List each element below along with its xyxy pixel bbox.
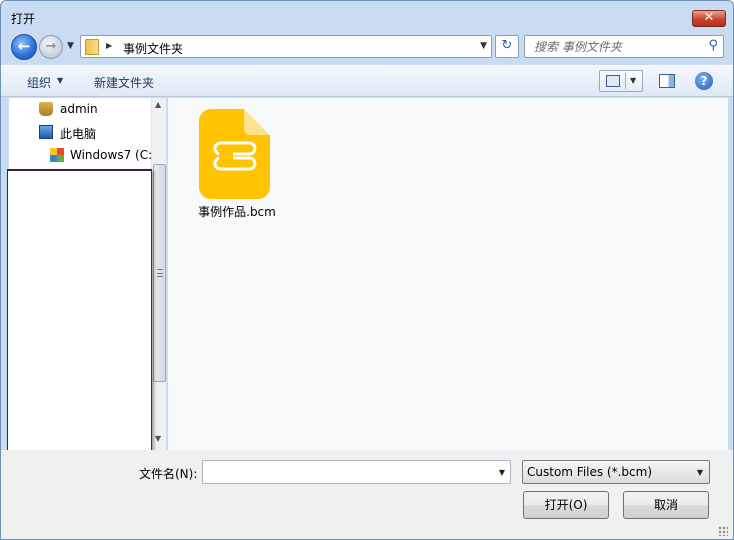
navigation-pane: admin 此电脑 Windows7 (C: [9,98,153,170]
title-bar[interactable]: 打开 ✕ [1,1,733,31]
refresh-icon: ↻ [501,38,513,53]
sidebar-item-admin[interactable]: admin [9,99,151,119]
forward-button[interactable]: → [39,35,63,59]
refresh-button[interactable]: ↻ [495,35,519,58]
folder-icon [85,39,99,55]
sidebar-item-windows7-drive[interactable]: Windows7 (C: [9,145,153,165]
navigation-scrollbar[interactable]: ▲ ▼ [151,98,166,450]
breadcrumb-arrow-icon[interactable]: ▶ [106,41,112,50]
preview-pane-button[interactable] [659,74,675,88]
sidebar-item-this-pc[interactable]: 此电脑 [9,122,151,142]
open-button[interactable]: 打开(O) [523,491,609,519]
search-box[interactable]: ⚲ [524,35,724,58]
address-dropdown-icon[interactable]: ▼ [480,41,487,51]
view-icon [606,75,620,87]
dialog-footer: 文件名(N): ▼ Custom Files (*.bcm) ▼ 打开(O) 取… [1,450,733,539]
search-icon[interactable]: ⚲ [708,38,718,53]
organize-button[interactable]: 组织 [27,74,51,91]
cancel-button[interactable]: 取消 [623,491,709,519]
chevron-down-icon[interactable]: ▼ [697,468,703,477]
scroll-thumb[interactable] [153,164,166,382]
dialog-title: 打开 [11,12,36,26]
navigation-row: ← → ▼ ▶ 事例文件夹 ▼ ↻ ⚲ [1,31,733,63]
sidebar-item-label: 此电脑 [60,127,97,141]
windows-drive-icon [50,148,64,162]
scroll-up-arrow-icon[interactable]: ▲ [155,100,161,109]
close-button[interactable]: ✕ [692,10,726,27]
file-type-select[interactable]: Custom Files (*.bcm) ▼ [522,460,710,484]
resize-grip-icon[interactable] [718,526,728,536]
forward-arrow-icon: → [45,39,57,54]
bcm-file-icon [199,109,270,199]
page-fold-icon [244,109,270,135]
help-button[interactable]: ? [695,72,713,90]
file-item[interactable]: 事例作品.bcm [196,108,278,220]
file-type-value: Custom Files (*.bcm) [527,465,653,479]
file-name: 事例作品.bcm [198,205,276,219]
recent-pages-dropdown[interactable]: ▼ [67,41,74,51]
scroll-down-arrow-icon[interactable]: ▼ [155,434,161,443]
link-glyph-icon [213,141,257,171]
popup-panel[interactable] [7,169,152,453]
grip-icon [157,269,163,277]
sidebar-item-label: admin [60,102,98,116]
change-view-button[interactable]: ▼ [599,70,643,92]
view-separator [625,73,626,89]
back-button[interactable]: ← [11,34,37,60]
chevron-down-icon[interactable]: ▼ [630,76,636,85]
file-list[interactable]: 事例作品.bcm [168,98,728,450]
new-folder-button[interactable]: 新建文件夹 [94,74,154,91]
chevron-down-icon[interactable]: ▼ [499,468,505,477]
search-input[interactable] [525,36,695,57]
close-icon: ✕ [703,10,715,25]
user-folder-icon [39,102,53,116]
back-arrow-icon: ← [17,37,31,55]
open-file-dialog: 打开 ✕ ← → ▼ ▶ 事例文件夹 ▼ ↻ ⚲ 组织 ▼ 新建文件夹 [0,0,734,540]
filename-input[interactable] [203,461,488,483]
filename-combobox[interactable]: ▼ [202,460,511,484]
address-bar[interactable]: ▶ 事例文件夹 ▼ [80,35,492,58]
filename-label: 文件名(N): [139,467,198,481]
breadcrumb-folder[interactable]: 事例文件夹 [123,40,183,57]
computer-icon [39,125,53,139]
chevron-down-icon[interactable]: ▼ [57,76,63,85]
sidebar-item-label: Windows7 (C: [70,148,153,162]
command-toolbar: 组织 ▼ 新建文件夹 ▼ ? [1,65,733,97]
